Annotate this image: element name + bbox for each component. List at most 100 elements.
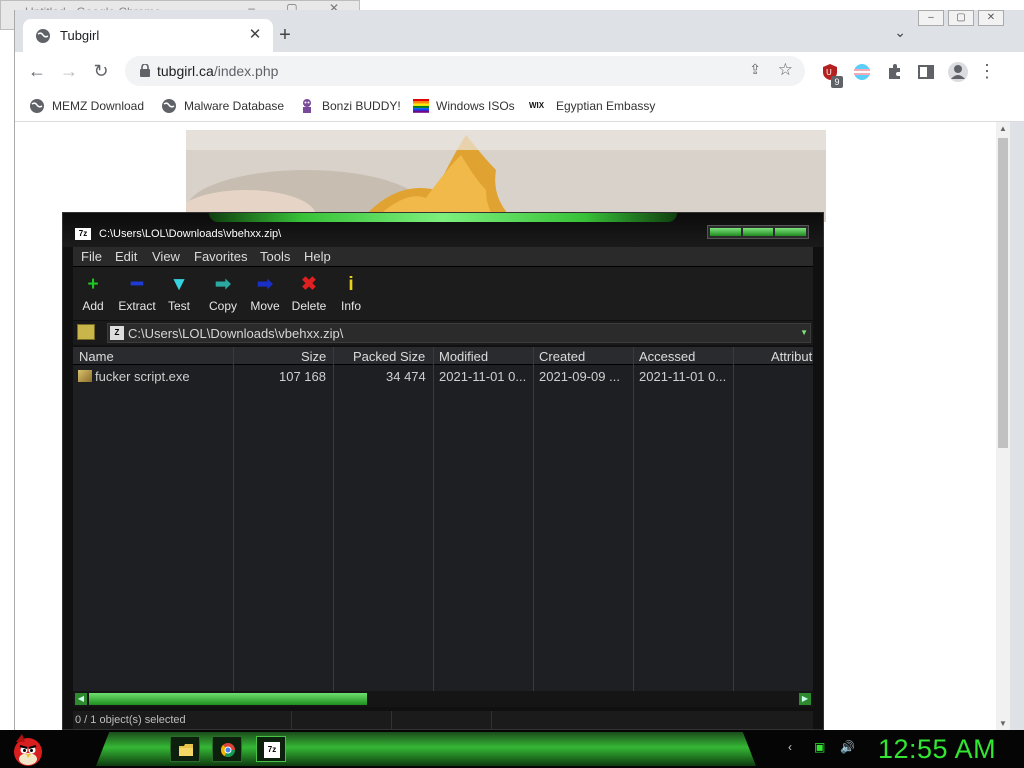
profile-avatar-icon[interactable] bbox=[947, 61, 969, 83]
menu-help[interactable]: Help bbox=[304, 249, 331, 264]
add-button[interactable]: + Add bbox=[71, 274, 115, 314]
folder-icon bbox=[179, 744, 193, 756]
menu-file[interactable]: File bbox=[81, 249, 102, 264]
sevenzip-title: C:\Users\LOL\Downloads\vbehxx.zip\ bbox=[99, 228, 282, 240]
move-button[interactable]: ➡ Move bbox=[243, 274, 287, 314]
lock-icon bbox=[140, 64, 150, 77]
forward-button[interactable]: → bbox=[57, 60, 81, 84]
file-list-header: Name Size Packed Size Modified Created A… bbox=[73, 347, 813, 365]
bookmark-label: MEMZ Download bbox=[52, 99, 145, 113]
side-panel-icon[interactable] bbox=[917, 63, 935, 81]
globe-icon bbox=[36, 29, 50, 43]
path-combobox[interactable]: Z C:\Users\LOL\Downloads\vbehxx.zip\ ▼ bbox=[107, 323, 811, 343]
column-attributes[interactable]: Attribut bbox=[771, 349, 812, 364]
bookmark-label: Egyptian Embassy bbox=[556, 99, 656, 113]
volume-icon[interactable]: 🔊 bbox=[840, 740, 855, 754]
new-tab-button[interactable]: + bbox=[273, 24, 297, 46]
column-accessed[interactable]: Accessed bbox=[639, 349, 695, 364]
maximize-button[interactable] bbox=[742, 228, 774, 236]
bookmark-memz[interactable]: MEMZ Download bbox=[29, 96, 144, 116]
delete-button[interactable]: ✖ Delete bbox=[287, 275, 331, 314]
network-icon[interactable]: ▣ bbox=[814, 740, 828, 754]
taskbar-explorer-button[interactable] bbox=[170, 736, 200, 762]
bookmark-label: Windows ISOs bbox=[436, 99, 515, 113]
column-divider bbox=[433, 347, 434, 691]
column-created[interactable]: Created bbox=[539, 349, 585, 364]
close-button[interactable] bbox=[775, 228, 807, 236]
status-separator bbox=[391, 711, 392, 729]
move-label: Move bbox=[250, 299, 280, 313]
taskbar-chrome-button[interactable] bbox=[212, 736, 242, 762]
tray-overflow-icon[interactable]: ‹ bbox=[788, 740, 802, 754]
back-button[interactable]: ← bbox=[25, 60, 49, 84]
tab-strip: Tubgirl ✕ + ⌄ – ▢ ✕ bbox=[15, 10, 1024, 52]
copy-button[interactable]: ➡ Copy bbox=[201, 275, 245, 314]
info-icon: i bbox=[348, 274, 354, 295]
globe-icon bbox=[162, 99, 176, 113]
column-packed-size[interactable]: Packed Size bbox=[353, 349, 425, 364]
column-divider bbox=[633, 347, 634, 691]
close-button[interactable]: ✕ bbox=[978, 10, 1004, 26]
column-modified[interactable]: Modified bbox=[439, 349, 488, 364]
bookmark-bonzi-buddy[interactable]: Bonzi BUDDY! bbox=[299, 96, 401, 116]
menu-edit[interactable]: Edit bbox=[115, 249, 137, 264]
browser-toolbar: ← → ↻ tubgirl.ca/index.php ⇪ ☆ U 9 ⋮ bbox=[15, 52, 1024, 90]
path-text: C:\Users\LOL\Downloads\vbehxx.zip\ bbox=[128, 326, 344, 341]
delete-label: Delete bbox=[291, 299, 327, 313]
column-name[interactable]: Name bbox=[79, 349, 114, 364]
info-button[interactable]: i Info bbox=[329, 274, 373, 314]
file-name: fucker script.exe bbox=[95, 369, 190, 384]
sevenzip-titlebar[interactable]: 7z C:\Users\LOL\Downloads\vbehxx.zip\ bbox=[63, 213, 823, 247]
bookmark-malware-database[interactable]: Malware Database bbox=[161, 96, 284, 116]
bookmark-egyptian-embassy[interactable]: WIX Egyptian Embassy bbox=[529, 96, 655, 116]
menu-view[interactable]: View bbox=[152, 249, 180, 264]
scroll-right-arrow[interactable]: ▶ bbox=[799, 693, 811, 705]
tab-search-button[interactable]: ⌄ bbox=[894, 24, 906, 41]
sevenzip-window-controls bbox=[707, 225, 809, 239]
scroll-down-arrow[interactable]: ▼ bbox=[996, 719, 1010, 728]
folder-up-icon[interactable] bbox=[77, 324, 95, 340]
bookmark-label: Bonzi BUDDY! bbox=[322, 99, 401, 113]
chrome-menu-button[interactable]: ⋮ bbox=[978, 61, 996, 82]
add-icon: + bbox=[87, 274, 99, 295]
reload-button[interactable]: ↻ bbox=[89, 60, 113, 84]
menu-tools[interactable]: Tools bbox=[260, 249, 290, 264]
bookmark-windows-isos[interactable]: Windows ISOs bbox=[413, 96, 515, 116]
page-image bbox=[186, 130, 826, 222]
globe-icon bbox=[30, 99, 44, 113]
taskbar-sevenzip-button[interactable]: 7z bbox=[256, 736, 286, 762]
minimize-button[interactable]: – bbox=[918, 10, 944, 26]
maximize-button[interactable]: ▢ bbox=[948, 10, 974, 26]
bookmark-star-icon[interactable]: ☆ bbox=[778, 60, 793, 80]
share-icon[interactable]: ⇪ bbox=[749, 61, 761, 78]
minimize-button[interactable] bbox=[710, 228, 741, 236]
scroll-left-arrow[interactable]: ◀ bbox=[75, 693, 87, 705]
test-button[interactable]: ▼ Test bbox=[157, 274, 201, 314]
menu-favorites[interactable]: Favorites bbox=[194, 249, 247, 264]
tab-tubgirl[interactable]: Tubgirl ✕ bbox=[23, 19, 273, 52]
file-list[interactable]: Name Size Packed Size Modified Created A… bbox=[73, 347, 813, 691]
scrollbar-thumb[interactable] bbox=[998, 138, 1008, 448]
dropdown-arrow-icon[interactable]: ▼ bbox=[800, 328, 808, 337]
extensions-puzzle-icon[interactable] bbox=[885, 63, 903, 81]
tab-close-button[interactable]: ✕ bbox=[245, 25, 265, 43]
horizontal-scrollbar[interactable]: ◀ ▶ bbox=[73, 691, 813, 707]
move-icon: ➡ bbox=[257, 274, 273, 295]
column-size[interactable]: Size bbox=[301, 349, 326, 364]
page-scrollbar[interactable]: ▲ ▼ bbox=[996, 122, 1010, 730]
info-label: Info bbox=[340, 299, 361, 313]
sevenzip-taskbar-icon: 7z bbox=[264, 742, 280, 758]
test-icon: ▼ bbox=[169, 274, 189, 295]
taskbar-clock[interactable]: 12:55 AM bbox=[878, 734, 996, 765]
tab-title: Tubgirl bbox=[60, 28, 100, 43]
column-divider bbox=[533, 347, 534, 691]
pride-flag-extension-icon[interactable] bbox=[853, 63, 871, 81]
start-button-angry-bird-icon[interactable] bbox=[8, 730, 46, 768]
address-bar[interactable]: tubgirl.ca/index.php ⇪ ☆ bbox=[125, 56, 805, 86]
extract-button[interactable]: ━ Extract bbox=[115, 275, 159, 314]
file-row[interactable]: fucker script.exe 107 168 34 474 2021-11… bbox=[73, 367, 813, 385]
horizontal-scroll-thumb[interactable] bbox=[89, 693, 367, 705]
zip-archive-icon: Z bbox=[110, 326, 124, 340]
scroll-up-arrow[interactable]: ▲ bbox=[996, 124, 1010, 133]
column-divider bbox=[333, 347, 334, 691]
